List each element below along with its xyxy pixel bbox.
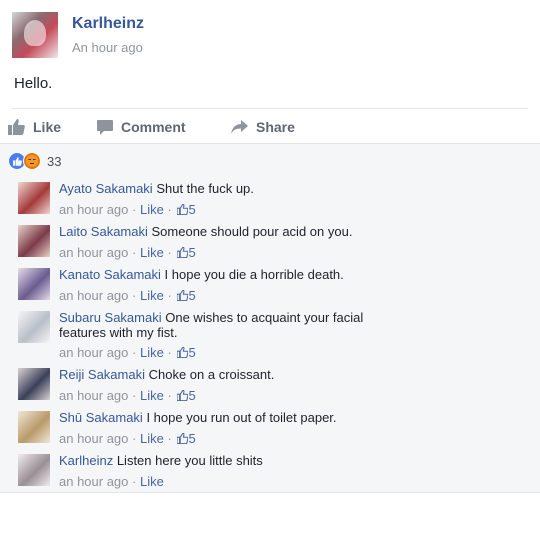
comment-body: Karlheinz Listen here you little shits	[59, 453, 404, 468]
commenter-name[interactable]: Subaru Sakamaki	[59, 310, 162, 325]
comment-like-link[interactable]: Like	[140, 245, 164, 260]
comment-like-count[interactable]: 5	[188, 431, 195, 446]
comment-meta: an hour ago · Like · 5	[59, 245, 196, 261]
commenter-avatar[interactable]	[18, 225, 50, 257]
thumbs-up-icon	[176, 246, 189, 261]
commenter-avatar[interactable]	[18, 411, 50, 443]
commenter-avatar[interactable]	[18, 311, 50, 343]
reactions-summary[interactable]: 33	[8, 152, 61, 170]
divider	[0, 492, 540, 493]
separator-dot: ·	[167, 245, 172, 260]
comment-like-count[interactable]: 5	[188, 345, 195, 360]
comment-timestamp[interactable]: an hour ago	[59, 202, 128, 217]
separator-dot: ·	[132, 202, 137, 217]
separator-dot: ·	[132, 288, 137, 303]
separator-dot: ·	[167, 388, 172, 403]
comment-like-link[interactable]: Like	[140, 474, 164, 489]
comment-meta: an hour ago · Like	[59, 474, 164, 489]
thumbs-up-icon	[176, 203, 189, 218]
divider	[12, 108, 528, 109]
comment-meta: an hour ago · Like · 5	[59, 388, 196, 404]
commenter-name[interactable]: Kanato Sakamaki	[59, 267, 161, 282]
reactions-count: 33	[47, 153, 62, 169]
separator-dot: ·	[132, 345, 137, 360]
separator-dot: ·	[167, 202, 172, 217]
angry-reaction-icon	[23, 152, 41, 170]
thumbs-up-icon	[176, 289, 189, 304]
post-header: Karlheinz An hour ago	[12, 12, 528, 60]
commenter-avatar[interactable]	[18, 182, 50, 214]
comment-text: I hope you run out of toilet paper.	[146, 410, 337, 425]
comment-icon	[97, 119, 113, 135]
comment-like-count[interactable]: 5	[188, 388, 195, 403]
like-button-label: Like	[33, 119, 62, 135]
like-button[interactable]: Like	[8, 114, 61, 140]
comment-timestamp[interactable]: an hour ago	[59, 288, 128, 303]
comment-timestamp[interactable]: an hour ago	[59, 345, 128, 360]
thumbs-up-icon	[176, 346, 189, 361]
commenter-name[interactable]: Laito Sakamaki	[59, 224, 148, 239]
comment-body: Ayato Sakamaki Shut the fuck up.	[59, 181, 404, 196]
comments-section: 33 Ayato Sakamaki Shut the fuck up. an ho…	[0, 143, 540, 493]
comment-like-count[interactable]: 5	[188, 245, 195, 260]
comment-like-link[interactable]: Like	[140, 202, 164, 217]
separator-dot: ·	[132, 245, 137, 260]
commenter-name[interactable]: Shū Sakamaki	[59, 410, 143, 425]
separator-dot: ·	[167, 431, 172, 446]
post-text: Hello.	[14, 75, 53, 92]
comment-button-label: Comment	[121, 119, 186, 135]
comment-meta: an hour ago · Like · 5	[59, 202, 196, 218]
comment-body: Subaru Sakamaki One wishes to acquaint y…	[59, 310, 404, 340]
comment-meta: an hour ago · Like · 5	[59, 288, 196, 304]
comment-like-link[interactable]: Like	[140, 388, 164, 403]
comment-timestamp[interactable]: an hour ago	[59, 245, 128, 260]
comment-like-link[interactable]: Like	[140, 288, 164, 303]
comment-text: Shut the fuck up.	[156, 181, 254, 196]
comment-text: Choke on a croissant.	[148, 367, 275, 382]
separator-dot: ·	[132, 474, 137, 489]
separator-dot: ·	[167, 345, 172, 360]
commenter-avatar[interactable]	[18, 368, 50, 400]
commenter-name[interactable]: Karlheinz	[59, 453, 113, 468]
comment-timestamp[interactable]: an hour ago	[59, 474, 128, 489]
thumbs-up-icon	[176, 432, 189, 447]
author-avatar[interactable]	[12, 12, 58, 58]
comment-timestamp[interactable]: an hour ago	[59, 431, 128, 446]
share-arrow-icon	[231, 120, 248, 134]
comment-button[interactable]: Comment	[97, 114, 186, 140]
thumbs-up-icon	[8, 119, 25, 135]
comment-body: Kanato Sakamaki I hope you die a horribl…	[59, 267, 404, 282]
post-author-name[interactable]: Karlheinz	[72, 15, 144, 33]
comment-body: Shū Sakamaki I hope you run out of toile…	[59, 410, 404, 425]
separator-dot: ·	[132, 388, 137, 403]
thumbs-up-icon	[176, 389, 189, 404]
comment-text: I hope you die a horrible death.	[164, 267, 344, 282]
post-actions-bar: Like Comment Share	[0, 114, 540, 140]
comment-like-link[interactable]: Like	[140, 431, 164, 446]
comment-body: Reiji Sakamaki Choke on a croissant.	[59, 367, 404, 382]
comment-meta: an hour ago · Like · 5	[59, 431, 196, 447]
comment-meta: an hour ago · Like · 5	[59, 345, 196, 361]
comment-body: Laito Sakamaki Someone should pour acid …	[59, 224, 404, 239]
commenter-avatar[interactable]	[18, 268, 50, 300]
post-timestamp[interactable]: An hour ago	[72, 40, 143, 55]
comment-like-link[interactable]: Like	[140, 345, 164, 360]
separator-dot: ·	[132, 431, 137, 446]
comment-text: Someone should pour acid on you.	[151, 224, 353, 239]
commenter-name[interactable]: Ayato Sakamaki	[59, 181, 153, 196]
commenter-name[interactable]: Reiji Sakamaki	[59, 367, 145, 382]
comment-like-count[interactable]: 5	[188, 202, 195, 217]
comment-like-count[interactable]: 5	[188, 288, 195, 303]
share-button-label: Share	[256, 119, 295, 135]
commenter-avatar[interactable]	[18, 454, 50, 486]
comment-text: Listen here you little shits	[116, 453, 263, 468]
separator-dot: ·	[167, 288, 172, 303]
share-button[interactable]: Share	[231, 114, 295, 140]
comment-timestamp[interactable]: an hour ago	[59, 388, 128, 403]
